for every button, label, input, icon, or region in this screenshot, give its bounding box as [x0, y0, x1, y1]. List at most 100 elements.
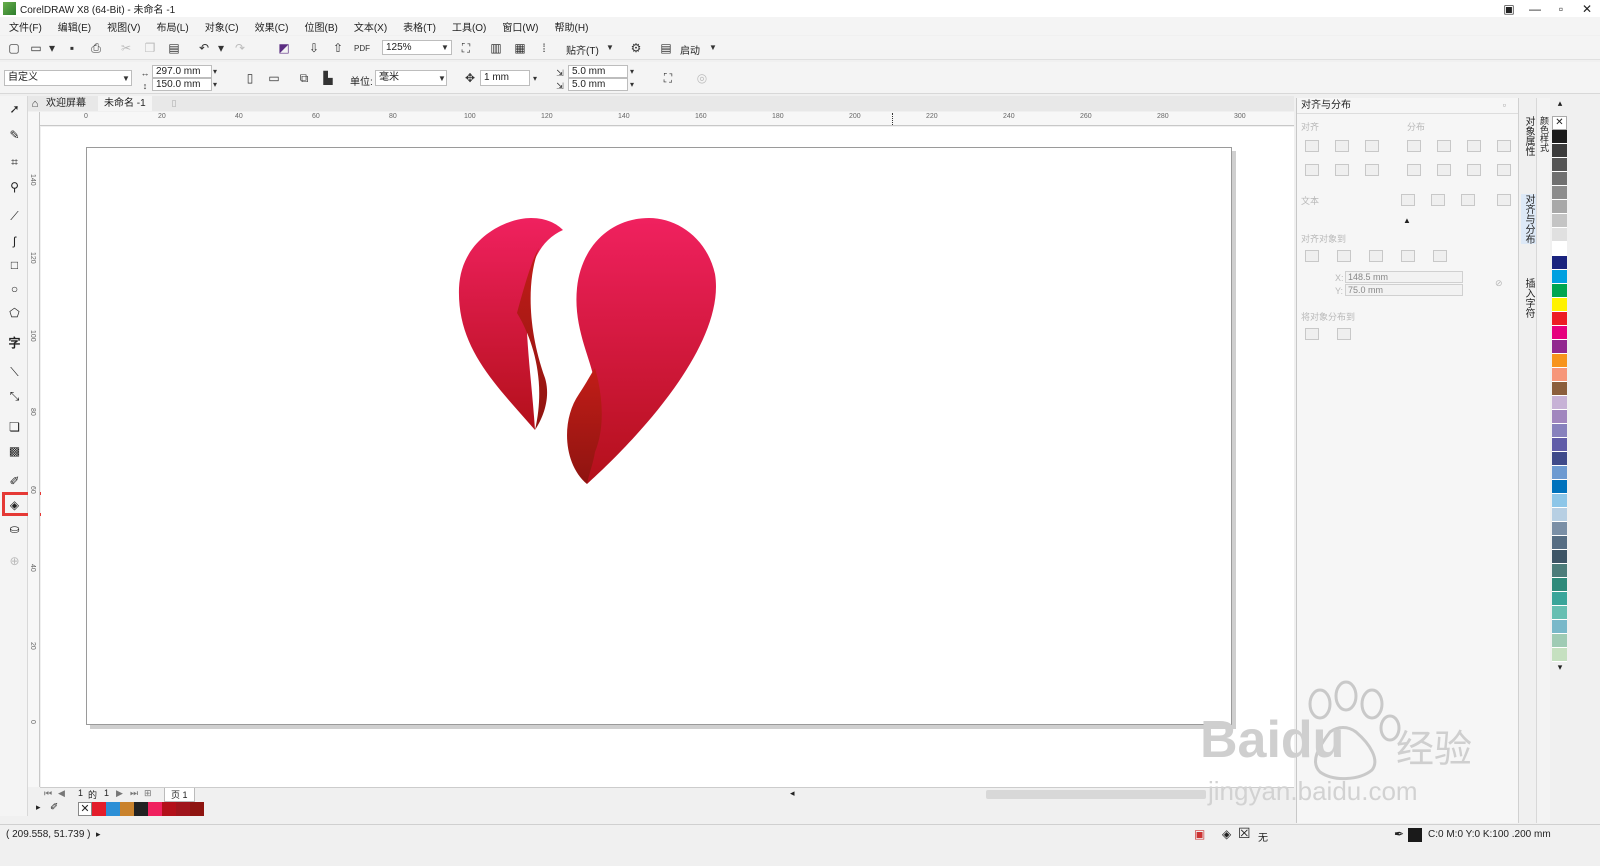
color-swatch[interactable]	[106, 802, 120, 816]
distribute-middle-icon[interactable]	[1437, 164, 1451, 176]
menu-text[interactable]: 文本(X)	[353, 19, 388, 34]
palette-swatch[interactable]	[1552, 368, 1567, 382]
menu-tools[interactable]: 工具(O)	[451, 19, 487, 34]
scroll-left-icon[interactable]: ◂	[790, 788, 795, 799]
import-icon[interactable]: ⇩	[306, 40, 322, 56]
chevron-down-icon[interactable]: ▼	[606, 43, 614, 52]
distribute-to-selection-icon[interactable]	[1305, 328, 1319, 340]
palette-swatch[interactable]	[1552, 410, 1567, 424]
palette-swatch[interactable]	[1552, 172, 1567, 186]
heart-logo-left[interactable]	[458, 218, 563, 430]
palette-swatch[interactable]	[1552, 144, 1567, 158]
align-bottom-icon[interactable]	[1365, 164, 1379, 176]
chevron-down-icon[interactable]: ▾	[630, 67, 634, 76]
export-icon[interactable]: ⇧	[330, 40, 346, 56]
distribute-right-icon[interactable]	[1467, 140, 1481, 152]
save-icon[interactable]: ▪	[64, 40, 80, 56]
no-color-swatch[interactable]: ✕	[78, 802, 92, 816]
docker-pin-icon[interactable]: ▫	[1503, 100, 1506, 110]
add-tool-icon[interactable]: ⊕	[6, 552, 23, 569]
palette-swatch[interactable]	[1552, 578, 1567, 592]
palette-swatch[interactable]	[1552, 270, 1567, 284]
chevron-down-icon[interactable]: ▾	[213, 67, 217, 76]
palette-swatch[interactable]	[1552, 340, 1567, 354]
ellipse-tool-icon[interactable]: ○	[6, 280, 23, 297]
duplicate-x-field[interactable]: 5.0 mm	[568, 65, 628, 78]
palette-swatch[interactable]	[1552, 494, 1567, 508]
menu-effects[interactable]: 效果(C)	[254, 19, 290, 34]
color-swatch[interactable]	[190, 802, 204, 816]
text-bbox-icon[interactable]	[1461, 194, 1475, 206]
align-to-point-icon[interactable]	[1433, 250, 1447, 262]
palette-swatch[interactable]	[1552, 158, 1567, 172]
undo-icon[interactable]: ↶	[196, 40, 212, 56]
palette-swatch[interactable]	[1552, 550, 1567, 564]
menu-help[interactable]: 帮助(H)	[554, 19, 590, 34]
x-position-field[interactable]: 148.5 mm	[1345, 271, 1463, 283]
transparency-tool-icon[interactable]: ▩	[6, 442, 23, 459]
open-icon[interactable]: ▭	[28, 40, 44, 56]
zoom-tool-icon[interactable]: ⚲	[6, 178, 23, 195]
freehand-tool-icon[interactable]: ⟋	[6, 208, 23, 225]
palette-swatch[interactable]	[1552, 186, 1567, 200]
shape-tool-icon[interactable]: ✎	[6, 126, 23, 143]
prev-page-icon[interactable]: ◀	[58, 788, 65, 799]
align-to-page-center-icon[interactable]	[1369, 250, 1383, 262]
landscape-icon[interactable]: ▭	[266, 70, 282, 86]
next-page-icon[interactable]: ▶	[116, 788, 123, 799]
chevron-down-icon[interactable]: ▼	[441, 43, 449, 52]
palette-swatch[interactable]	[1552, 648, 1567, 662]
align-to-active-icon[interactable]	[1305, 250, 1319, 262]
menu-table[interactable]: 表格(T)	[402, 19, 437, 34]
palette-swatch[interactable]	[1552, 284, 1567, 298]
palette-swatch[interactable]	[1552, 130, 1567, 144]
collapse-arrow-icon[interactable]: ▲	[1403, 216, 1411, 225]
tab-align-distribute[interactable]: 对齐与分布	[1521, 194, 1536, 244]
color-swatch[interactable]	[120, 802, 134, 816]
crop-tool-icon[interactable]: ⌗	[6, 154, 23, 171]
redo-icon[interactable]: ↷	[232, 40, 248, 56]
palette-swatch[interactable]	[1552, 242, 1567, 256]
y-position-field[interactable]: 75.0 mm	[1345, 284, 1463, 296]
snap-to-dropdown[interactable]: 贴齐(T)	[566, 42, 599, 57]
launch-dropdown[interactable]: 启动	[680, 42, 700, 57]
text-add-icon[interactable]	[1497, 194, 1511, 206]
duplicate-y-field[interactable]: 5.0 mm	[568, 78, 628, 91]
chevron-down-icon[interactable]: ▾	[533, 74, 537, 83]
rulers-icon[interactable]: ▥	[488, 40, 504, 56]
full-screen-icon[interactable]: ⛶	[458, 40, 474, 56]
distribute-top-icon[interactable]	[1407, 164, 1421, 176]
palette-swatch[interactable]	[1552, 298, 1567, 312]
polygon-tool-icon[interactable]: ⬠	[6, 304, 23, 321]
palette-swatch[interactable]	[1552, 620, 1567, 634]
align-top-icon[interactable]	[1305, 164, 1319, 176]
text-tool-icon[interactable]: 字	[6, 334, 23, 351]
pick-tool-icon[interactable]: ➚	[6, 100, 23, 117]
align-center-h-icon[interactable]	[1335, 140, 1349, 152]
minimize-button[interactable]: —	[1522, 0, 1548, 17]
distribute-spacing-h-icon[interactable]	[1497, 140, 1511, 152]
menu-window[interactable]: 窗口(W)	[501, 19, 539, 34]
restore-button[interactable]: ▫	[1548, 0, 1574, 17]
paste-icon[interactable]: ▤	[166, 40, 182, 56]
new-document-icon[interactable]: ▢	[6, 40, 22, 56]
color-swatch[interactable]	[92, 802, 106, 816]
tab-insert-character[interactable]: 插入字符	[1521, 278, 1536, 318]
all-pages-icon[interactable]: ⧉	[296, 70, 312, 86]
tab-color-styles[interactable]: 颜色样式	[1538, 116, 1551, 152]
current-page-icon[interactable]: ▙	[320, 70, 336, 86]
distribute-spacing-v-icon[interactable]	[1497, 164, 1511, 176]
close-button[interactable]: ✕	[1574, 0, 1600, 17]
publish-pdf-icon[interactable]: PDF	[354, 40, 370, 56]
color-swatch[interactable]	[176, 802, 190, 816]
palette-swatch[interactable]	[1552, 382, 1567, 396]
color-swatch[interactable]	[162, 802, 176, 816]
align-to-grid-icon[interactable]	[1401, 250, 1415, 262]
menu-layout[interactable]: 布局(L)	[155, 19, 189, 34]
palette-swatch[interactable]	[1552, 480, 1567, 494]
palette-swatch[interactable]	[1552, 452, 1567, 466]
page-tab-1[interactable]: 页 1	[164, 788, 195, 802]
palette-swatch[interactable]	[1552, 256, 1567, 270]
user-icon[interactable]: ▣	[1496, 0, 1522, 17]
page-preset-select[interactable]: 自定义	[4, 70, 132, 86]
